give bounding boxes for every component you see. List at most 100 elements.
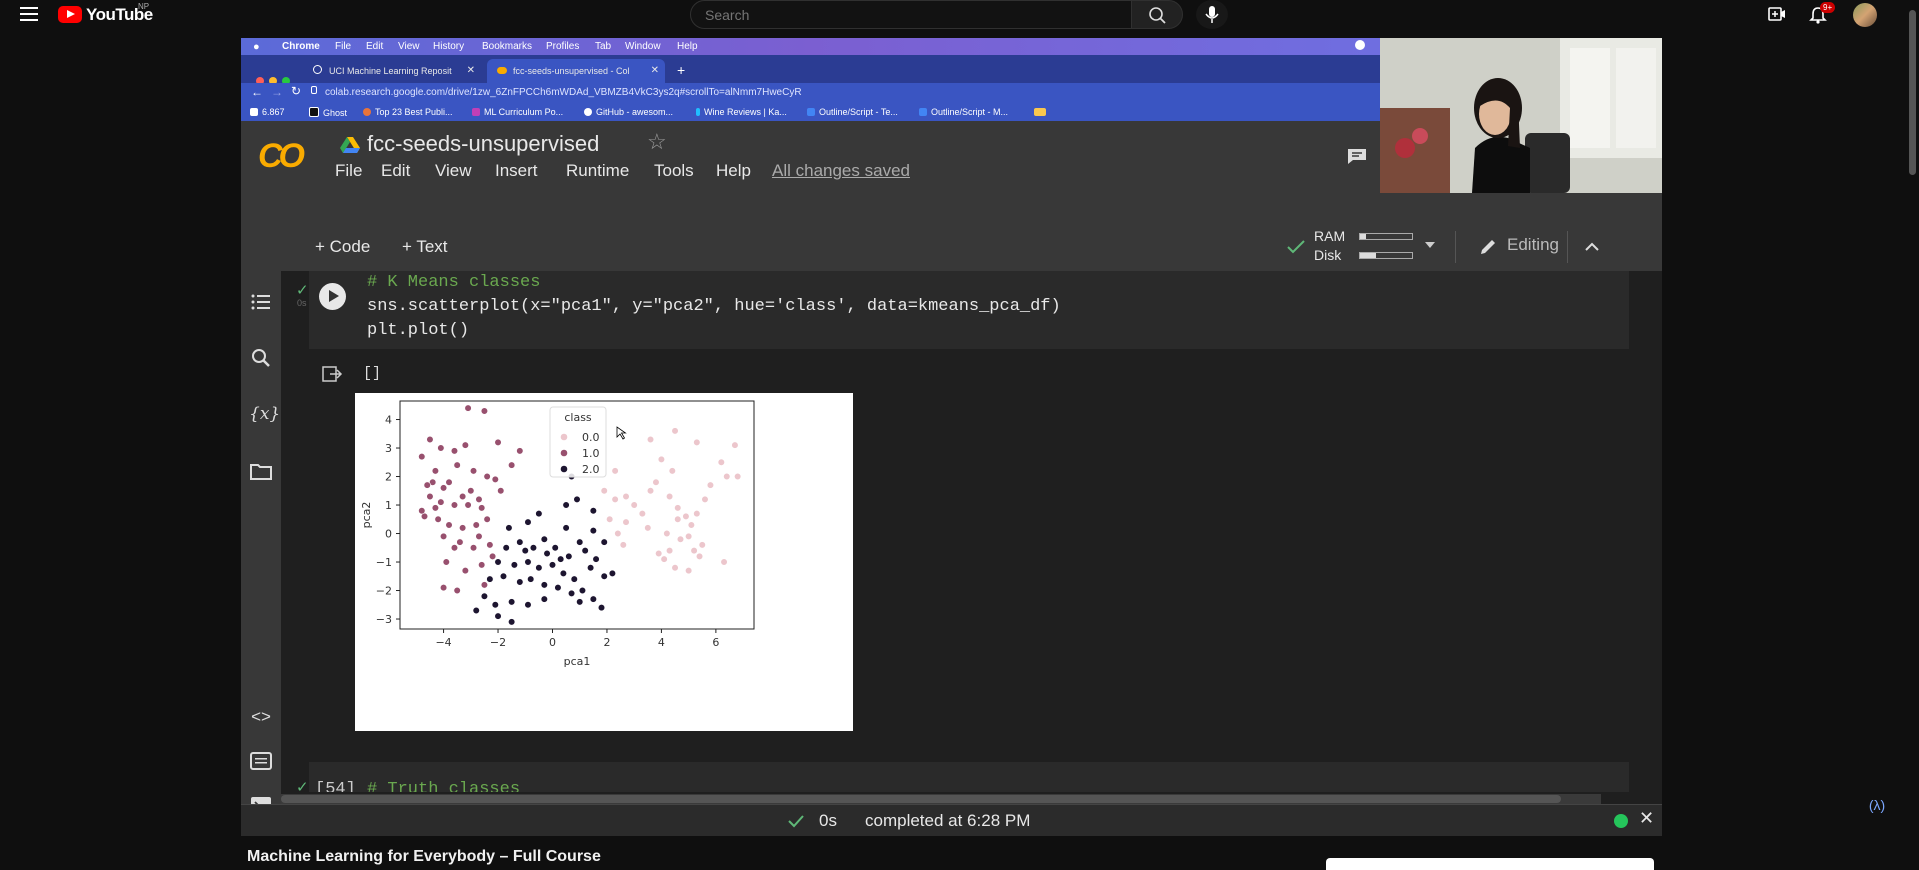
add-code-button[interactable]: + Code <box>315 237 370 257</box>
close-tab-icon[interactable]: ✕ <box>651 65 659 76</box>
command-palette-icon[interactable] <box>249 749 273 773</box>
forward-icon[interactable]: → <box>271 85 283 99</box>
code-cell[interactable]: [54] # Truth classes <box>309 762 1629 792</box>
search-button[interactable] <box>1131 0 1183 29</box>
run-cell-button[interactable] <box>319 283 346 310</box>
data-point-class-1.0 <box>467 487 475 495</box>
y-tick-label: 0 <box>385 528 392 541</box>
search-icon[interactable] <box>249 346 273 370</box>
editing-mode-button[interactable]: Editing <box>1507 235 1559 255</box>
voice-search-button[interactable] <box>1196 0 1228 29</box>
data-point-class-2.0 <box>535 564 543 572</box>
disk-label: Disk <box>1314 247 1342 263</box>
menu-file[interactable]: File <box>335 161 362 181</box>
page-scrollbar[interactable] <box>1906 0 1919 867</box>
resource-labels[interactable]: RAM Disk <box>1314 227 1345 265</box>
star-icon[interactable]: ☆ <box>647 129 667 155</box>
mac-menu-profiles[interactable]: Profiles <box>546 41 579 52</box>
colab-logo[interactable]: CO <box>258 137 305 176</box>
bookmark-item[interactable]: ML Curriculum Po... <box>472 107 563 117</box>
data-point-class-1.0 <box>450 544 459 552</box>
data-point-class-1.0 <box>431 467 439 475</box>
presenter-image <box>1380 38 1662 193</box>
tab-colab[interactable]: fcc-seeds-unsupervised - Col ✕ <box>487 59 665 83</box>
mac-menu-tab[interactable]: Tab <box>595 41 611 52</box>
table-of-contents-icon[interactable] <box>249 290 273 314</box>
bookmark-item[interactable]: Ghost <box>309 107 347 118</box>
mac-menu-chrome[interactable]: Chrome <box>282 41 320 52</box>
avatar[interactable] <box>1853 3 1877 27</box>
folder-icon[interactable] <box>249 460 273 484</box>
apple-icon[interactable]: ● <box>253 41 260 53</box>
data-point-class-2.0 <box>554 584 562 592</box>
bookmark-item[interactable]: Wine Reviews | Ka... <box>696 107 787 117</box>
back-icon[interactable]: ← <box>251 85 263 99</box>
url-text[interactable]: colab.research.google.com/drive/1zw_6ZnF… <box>325 87 802 98</box>
y-tick-label: 2 <box>385 471 392 484</box>
code-line[interactable]: sns.scatterplot(x="pca1", y="pca2", hue=… <box>367 297 1061 316</box>
data-point-class-1.0 <box>437 498 445 506</box>
mac-menu-file[interactable]: File <box>335 41 351 52</box>
variables-icon[interactable]: {x} <box>249 402 280 426</box>
google-drive-icon[interactable] <box>340 137 360 153</box>
menu-help[interactable]: Help <box>716 161 751 181</box>
mac-menu-edit[interactable]: Edit <box>366 41 383 52</box>
data-point-class-1.0 <box>483 515 491 523</box>
cell-exec-time: 0s <box>297 298 307 308</box>
menu-edit[interactable]: Edit <box>381 161 410 181</box>
data-point-class-1.0 <box>478 504 486 512</box>
menu-icon[interactable] <box>20 7 38 21</box>
menu-tools[interactable]: Tools <box>654 161 694 181</box>
bookmark-item[interactable]: Outline/Script - Te... <box>807 107 898 117</box>
bookmark-item[interactable]: Outline/Script - M... <box>919 107 1008 117</box>
create-video-icon[interactable] <box>1768 7 1786 21</box>
new-tab-icon[interactable]: + <box>677 62 685 78</box>
code-line[interactable]: # K Means classes <box>367 273 540 292</box>
youtube-logo-icon[interactable] <box>58 6 82 23</box>
tab-uci[interactable]: UCI Machine Learning Reposit ✕ <box>303 59 481 83</box>
subscribe-panel[interactable] <box>1326 858 1654 870</box>
notebook-title[interactable]: fcc-seeds-unsupervised <box>367 131 599 157</box>
reload-icon[interactable]: ↻ <box>291 84 301 98</box>
address-bar[interactable]: ← → ↻ colab.research.google.com/drive/1z… <box>241 83 1380 103</box>
data-point-class-2.0 <box>491 601 499 609</box>
code-line[interactable]: # Truth classes <box>367 780 520 792</box>
code-snippets-icon[interactable]: <> <box>249 705 273 729</box>
close-tab-icon[interactable]: ✕ <box>467 65 475 76</box>
mac-menu-history[interactable]: History <box>433 41 464 52</box>
bookmark-item[interactable]: 6.867 <box>250 107 285 117</box>
mac-menu-view[interactable]: View <box>398 41 420 52</box>
legend-label: 0.0 <box>582 431 600 444</box>
data-point-class-2.0 <box>508 598 516 606</box>
mac-menu-window[interactable]: Window <box>625 41 661 52</box>
bookmark-item[interactable]: Top 23 Best Publi... <box>363 107 453 117</box>
chevron-up-icon[interactable] <box>1584 241 1600 251</box>
video-title[interactable]: Machine Learning for Everybody – Full Co… <box>247 848 601 866</box>
lock-icon[interactable] <box>311 86 317 94</box>
add-text-button[interactable]: + Text <box>402 237 448 257</box>
x-axis-label: pca1 <box>564 655 591 668</box>
resources-dropdown-icon[interactable] <box>1425 242 1435 248</box>
comment-icon[interactable] <box>1346 147 1368 165</box>
legend-label: 2.0 <box>582 463 600 476</box>
x-tick-label: 2 <box>603 636 610 649</box>
data-point-class-1.0 <box>516 447 524 455</box>
save-status[interactable]: All changes saved <box>772 161 910 181</box>
menu-insert[interactable]: Insert <box>495 161 538 181</box>
menu-view[interactable]: View <box>435 161 472 181</box>
close-icon[interactable]: ✕ <box>1639 808 1654 829</box>
code-line[interactable]: plt.plot() <box>367 321 469 340</box>
menu-runtime[interactable]: Runtime <box>566 161 629 181</box>
macos-menubar: ● Chrome File Edit View History Bookmark… <box>241 38 1380 55</box>
mac-menu-help[interactable]: Help <box>677 41 698 52</box>
search-input[interactable] <box>690 0 1132 29</box>
code-cell[interactable]: # K Means classes sns.scatterplot(x="pca… <box>309 271 1629 349</box>
data-point-class-0.0 <box>611 467 619 475</box>
bookmark-item[interactable]: GitHub - awesom... <box>584 107 673 117</box>
browser-tabstrip: UCI Machine Learning Reposit ✕ fcc-seeds… <box>241 55 1380 85</box>
bookmark-folder-icon[interactable] <box>1034 107 1050 117</box>
country-code: NP <box>138 2 150 11</box>
output-icon[interactable] <box>321 364 343 384</box>
mac-menu-bookmarks[interactable]: Bookmarks <box>482 41 532 52</box>
horizontal-scrollbar[interactable] <box>281 794 1601 804</box>
